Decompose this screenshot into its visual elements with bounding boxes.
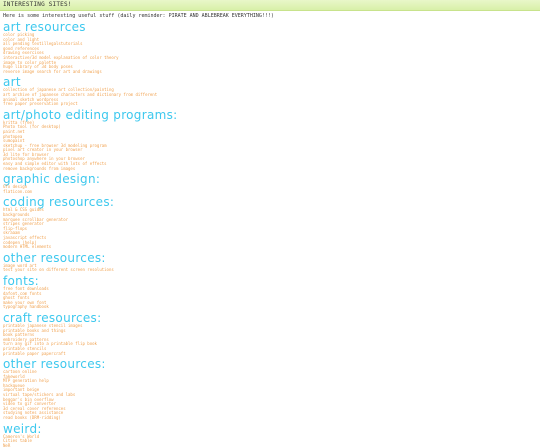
section-heading: weird:: [3, 421, 42, 436]
list-item: read books (DRM-ridding): [3, 415, 537, 421]
resource-link[interactable]: reverse image search for art and drawing…: [3, 69, 102, 74]
list-item: free paper preservation project: [3, 101, 537, 107]
section-heading: art/photo editing programs:: [3, 107, 178, 122]
intro-text: Here is some interesting useful stuff (d…: [3, 13, 274, 19]
resource-link[interactable]: NeR: [3, 443, 10, 448]
list-item: typography handbook: [3, 305, 537, 310]
link-list: Cameron's World Cities table NeR: [3, 434, 537, 448]
section-heading: other resources:: [3, 357, 106, 372]
section-heading: craft resources:: [3, 310, 102, 325]
link-list: image word art test your site on differen…: [3, 263, 537, 273]
link-list: cartoon online fakeworld MTP generation he…: [3, 369, 537, 421]
list-item: remove backgrounds from images: [3, 166, 537, 172]
resource-link[interactable]: printable paper papercraft: [3, 351, 66, 356]
link-list: collection of japanese art collection/pa…: [3, 88, 537, 106]
link-list: Gfx design flaticon.com: [3, 184, 537, 195]
resource-link[interactable]: free paper preservation project: [3, 101, 78, 106]
section-heading: art: [3, 75, 21, 90]
page-title: INTERESTING SITES!: [3, 1, 72, 8]
list-item: test your site on different screen resol…: [3, 268, 537, 273]
link-list: html & CSS guides backgrounds marquee scro…: [3, 208, 537, 249]
top-bar: INTERESTING SITES!: [0, 0, 540, 11]
main-content: Here is some interesting useful stuff (d…: [3, 13, 537, 448]
link-list: free font downloads dafont.com fonts ghost…: [3, 286, 537, 310]
section-heading: art resources: [3, 20, 86, 34]
link-list: color picking color and light all pending …: [3, 32, 537, 75]
resource-link[interactable]: flaticon.com: [3, 189, 32, 194]
resource-link[interactable]: read books (DRM-ridding): [3, 415, 61, 420]
section-heading: coding resources:: [3, 195, 115, 210]
link-list: printable japanese stencil images printab…: [3, 323, 537, 357]
list-item: NeR: [3, 443, 537, 448]
link-list: kritta (free) Photo tool (for desktop) pai…: [3, 120, 537, 172]
resource-link[interactable]: modern HTML elements: [3, 244, 51, 249]
section-heading: graphic design:: [3, 172, 101, 187]
section-heading: fonts:: [3, 273, 39, 288]
list-item: reverse image search for art and drawing…: [3, 69, 537, 75]
list-item: printable paper papercraft: [3, 351, 537, 357]
list-item: flaticon.com: [3, 189, 537, 195]
resource-link[interactable]: test your site on different screen resol…: [3, 267, 114, 273]
list-item: modern HTML elements: [3, 244, 537, 250]
resource-link[interactable]: remove backgrounds from images: [3, 166, 75, 171]
section-heading: other resources:: [3, 250, 106, 265]
resource-link[interactable]: typography handbook: [3, 304, 49, 310]
